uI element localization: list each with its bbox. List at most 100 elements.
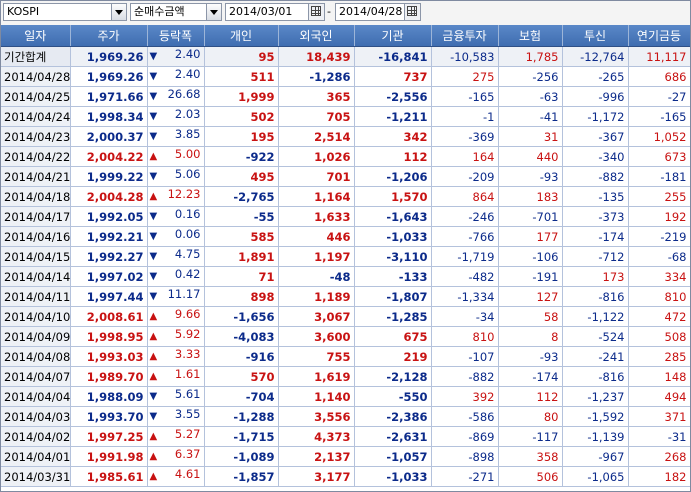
change-cell: ▲ 6.37 [147,446,205,467]
foreign-cell: 705 [278,106,355,127]
table-row[interactable]: 2014/04/02 1,997.25 ▲ 5.27 -1,715 4,373 -2,631… [1,426,690,447]
table-row[interactable]: 2014/04/21 1,999.22 ▼ 5.06 495 701 -1,206 -209-… [1,166,690,187]
column-header-personal[interactable]: 개인 [204,25,279,47]
foreign-cell: 1,026 [278,146,355,167]
trading-grid[interactable]: 일자 주가 등락폭 개인 외국인 기관 금융투자 보험 투신 연기금등 기간합계 1,969.26 ▼… [1,25,690,490]
table-row[interactable]: 2014/04/16 1,992.21 ▼ 0.06 585 446 -1,033 -766 1… [1,226,690,247]
investment-trust-cell: -340 [562,146,629,167]
column-header-date[interactable]: 일자 [1,25,71,47]
date-cell: 기간합계 [1,46,71,67]
financial-investment-cell: -369 [431,126,499,147]
column-header-foreign[interactable]: 외국인 [278,25,355,47]
date-cell: 2014/04/24 [1,106,71,127]
table-row[interactable]: 2014/04/28 1,969.26 ▼ 2.40 511 -1,286 737 275 -2… [1,66,690,87]
metric-select[interactable]: 순매수금액 [130,3,222,21]
date-cell: 2014/04/09 [1,326,71,347]
table-row[interactable]: 2014/04/18 2,004.28 ▲ 12.23 -2,765 1,164 1,570… [1,186,690,207]
institution-cell: -1,033 [354,466,432,487]
pension-cell: 371 [628,406,690,427]
date-cell: 2014/04/18 [1,186,71,207]
market-select-value: KOSPI [7,5,40,18]
column-header-fin[interactable]: 금융투자 [431,25,499,47]
close-price-cell: 1,997.44 [70,286,148,307]
table-row[interactable]: 2014/04/15 1,992.27 ▼ 4.75 1,891 1,197 -3,110-… [1,246,690,267]
column-header-trust[interactable]: 투신 [562,25,629,47]
table-row[interactable]: 2014/04/08 1,993.03 ▲ 3.33 -916 755 219 -107 -93… [1,346,690,367]
institution-cell: -1,033 [354,226,432,247]
period-total-row[interactable]: 기간합계 1,969.26 ▼ 2.40 95 18,439 -16,841 -10,583 1… [1,46,690,67]
change-value: 3.33 [174,347,201,361]
institution-cell: 1,570 [354,186,432,207]
personal-cell: -2,765 [204,186,279,207]
change-value: 5.61 [174,387,201,401]
financial-investment-cell: -1,719 [431,246,499,267]
pension-cell: 192 [628,206,690,227]
foreign-cell: 1,140 [278,386,355,407]
personal-cell: -916 [204,346,279,367]
triangle-up-icon: ▲ [149,311,158,322]
table-row[interactable]: 2014/04/01 1,991.98 ▲ 6.37 -1,089 2,137 -1,057… [1,446,690,467]
investment-trust-cell: -12,764 [562,46,629,67]
table-row[interactable]: 2014/04/25 1,971.66 ▼ 26.68 1,999 365 -2,556 -1… [1,86,690,107]
table-row[interactable]: 2014/04/04 1,988.09 ▼ 5.61 -704 1,140 -550 392 1… [1,386,690,407]
table-row[interactable]: 2014/04/11 1,997.44 ▼ 11.17 898 1,189 -1,807 -1… [1,286,690,307]
investment-trust-cell: -241 [562,346,629,367]
personal-cell: 71 [204,266,279,287]
date-cell: 2014/04/21 [1,166,71,187]
column-header-pension[interactable]: 연기금등 [628,25,690,47]
date-cell: 2014/03/31 [1,466,71,487]
table-row[interactable]: 2014/04/07 1,989.70 ▲ 1.61 570 1,619 -2,128 -88… [1,366,690,387]
close-price-cell: 1,989.70 [70,366,148,387]
investment-trust-cell: -265 [562,66,629,87]
pension-cell: 810 [628,286,690,307]
table-row[interactable]: 2014/04/03 1,993.70 ▼ 3.55 -1,288 3,556 -2,386… [1,406,690,427]
institution-cell: -1,206 [354,166,432,187]
column-header-close[interactable]: 주가 [70,25,148,47]
date-cell: 2014/04/15 [1,246,71,267]
triangle-up-icon: ▲ [149,351,158,362]
table-row[interactable]: 2014/04/17 1,992.05 ▼ 0.16 -55 1,633 -1,643 -24… [1,206,690,227]
financial-investment-cell: -869 [431,426,499,447]
investment-trust-cell: -1,592 [562,406,629,427]
chevron-down-icon[interactable] [206,4,221,20]
table-row[interactable]: 2014/04/22 2,004.22 ▲ 5.00 -922 1,026 112 164 44… [1,146,690,167]
change-value: 0.42 [174,267,201,281]
chevron-down-icon[interactable] [111,4,126,20]
foreign-cell: 1,164 [278,186,355,207]
institution-cell: -2,386 [354,406,432,427]
calendar-icon[interactable] [404,4,420,20]
calendar-icon[interactable] [308,4,324,20]
change-value: 2.40 [174,47,201,61]
triangle-up-icon: ▲ [149,331,158,342]
investment-trust-cell: -816 [562,366,629,387]
table-row[interactable]: 2014/04/24 1,998.34 ▼ 2.03 502 705 -1,211 -1 -41… [1,106,690,127]
column-header-ins[interactable]: 보험 [498,25,563,47]
date-cell: 2014/04/04 [1,386,71,407]
triangle-down-icon: ▼ [149,211,158,222]
close-price-cell: 1,991.98 [70,446,148,467]
triangle-up-icon: ▲ [149,151,158,162]
close-price-cell: 1,993.03 [70,346,148,367]
close-price-cell: 1,969.26 [70,46,148,67]
foreign-cell: 365 [278,86,355,107]
change-value: 5.06 [174,167,201,181]
institution-cell: -3,110 [354,246,432,267]
column-header-inst[interactable]: 기관 [354,25,432,47]
change-value: 2.03 [174,107,201,121]
table-row[interactable]: 2014/04/09 1,998.95 ▲ 5.92 -4,083 3,600 675 810… [1,326,690,347]
close-price-cell: 1,997.25 [70,426,148,447]
table-row[interactable]: 2014/04/23 2,000.37 ▼ 3.85 195 2,514 342 -369 31… [1,126,690,147]
market-select[interactable]: KOSPI [3,3,127,21]
close-price-cell: 1,969.26 [70,66,148,87]
close-price-cell: 1,971.66 [70,86,148,107]
table-row[interactable]: 2014/04/14 1,997.02 ▼ 0.42 71 -48 -133 -482 -191… [1,266,690,287]
table-row[interactable]: 2014/03/31 1,985.61 ▲ 4.61 -1,857 3,177 -1,033… [1,466,690,487]
column-header-change[interactable]: 등락폭 [147,25,205,47]
end-date-field[interactable]: 2014/04/28 [335,3,421,21]
table-row[interactable]: 2014/04/10 2,008.61 ▲ 9.66 -1,656 3,067 -1,285… [1,306,690,327]
foreign-cell: 4,373 [278,426,355,447]
institution-cell: 219 [354,346,432,367]
change-value: 3.55 [174,407,201,421]
start-date-field[interactable]: 2014/03/01 [225,3,325,21]
institution-cell: -1,643 [354,206,432,227]
